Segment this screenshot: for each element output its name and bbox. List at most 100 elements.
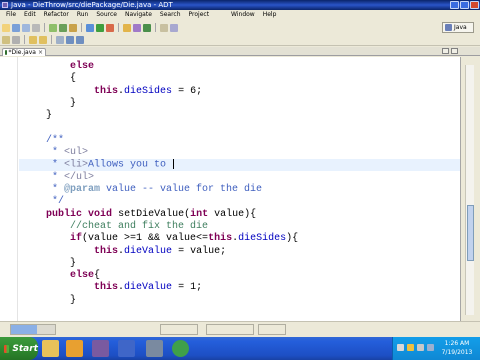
maximize-editor-button[interactable]	[451, 48, 458, 54]
save-icon[interactable]	[12, 23, 20, 32]
close-button[interactable]	[470, 1, 479, 9]
previous-annotation-icon[interactable]	[39, 35, 47, 44]
heap-status[interactable]	[10, 324, 56, 335]
search-icon[interactable]	[170, 23, 178, 32]
perspective-label: Java	[454, 24, 467, 31]
menu-search[interactable]: Search	[156, 10, 185, 20]
menu-refactor[interactable]: Refactor	[40, 10, 73, 20]
heap-usage-fill	[11, 325, 38, 334]
code-line[interactable]: this.dieValue = 1;	[22, 282, 202, 294]
open-type-icon[interactable]	[160, 23, 168, 32]
print-icon[interactable]	[32, 23, 40, 32]
code-line[interactable]: * <ul>	[22, 147, 88, 159]
next-annotation-icon[interactable]	[29, 35, 37, 44]
editor-gutter[interactable]	[0, 57, 18, 321]
new-package-icon[interactable]	[133, 23, 141, 32]
java-file-icon	[5, 50, 7, 55]
toolbar-separator	[44, 23, 45, 32]
tab-die-java[interactable]: *Die.java ×	[2, 48, 46, 56]
code-line[interactable]: }	[22, 258, 76, 270]
toolbar-separator	[51, 35, 52, 44]
code-line[interactable]: /**	[22, 135, 64, 147]
menu-bar: File Edit Refactor Run Source Navigate S…	[0, 10, 480, 20]
external-tools-icon[interactable]	[106, 23, 114, 32]
minimize-button[interactable]	[450, 1, 459, 9]
menu-project[interactable]: Project	[185, 10, 214, 20]
eclipse-icon[interactable]	[92, 340, 109, 357]
new-file-icon[interactable]	[2, 23, 10, 32]
android-sdk-icon[interactable]	[49, 23, 57, 32]
status-bar	[0, 321, 480, 337]
toolbar-row-top	[2, 22, 178, 33]
toolbar-separator	[81, 23, 82, 32]
firefox-icon[interactable]	[66, 340, 83, 357]
perspective-switcher[interactable]: Java	[442, 22, 474, 33]
start-label: Start	[12, 343, 38, 354]
run-icon[interactable]	[96, 23, 104, 32]
vertical-scrollbar[interactable]	[465, 65, 474, 315]
code-line[interactable]: this.dieSides = 6;	[22, 86, 202, 98]
window-app-icon[interactable]	[146, 340, 163, 357]
last-edit-icon[interactable]	[56, 35, 64, 44]
menu-window[interactable]: Window	[227, 10, 259, 20]
insert-mode-status	[206, 324, 254, 335]
tray-app-icon[interactable]	[407, 344, 414, 351]
right-panel-strip	[462, 57, 480, 321]
scrollbar-thumb[interactable]	[467, 205, 474, 261]
code-line[interactable]: }	[22, 110, 52, 122]
text-caret	[173, 159, 175, 170]
title-bar[interactable]: Java - DieThrow/src/diePackage/Die.java …	[0, 0, 480, 10]
code-line[interactable]: if(value >=1 && value<=this.dieSides){	[22, 233, 298, 245]
menu-run[interactable]: Run	[73, 10, 93, 20]
code-line[interactable]: }	[22, 295, 76, 307]
code-line[interactable]: else	[22, 61, 94, 73]
code-line[interactable]: * </ul>	[22, 172, 94, 184]
code-line[interactable]: }	[22, 98, 76, 110]
folder-icon[interactable]	[42, 340, 59, 357]
close-tab-icon[interactable]: ×	[38, 49, 45, 56]
taskbar: Start 1:26 AM 7/19/2013	[0, 337, 480, 360]
code-line[interactable]: * @param value -- value for the die	[22, 184, 262, 196]
cursor-position-status	[258, 324, 286, 335]
show-whitespace-icon[interactable]	[12, 35, 20, 44]
new-class-icon[interactable]	[143, 23, 151, 32]
menu-edit[interactable]: Edit	[20, 10, 40, 20]
word-icon[interactable]	[118, 340, 135, 357]
code-line[interactable]: else{	[22, 270, 100, 282]
avd-manager-icon[interactable]	[59, 23, 67, 32]
tab-label: *Die.java	[8, 49, 36, 56]
save-all-icon[interactable]	[22, 23, 30, 32]
system-tray: 1:26 AM 7/19/2013	[392, 337, 480, 360]
code-line[interactable]: this.dieValue = value;	[22, 246, 226, 258]
clock[interactable]: 1:26 AM 7/19/2013	[437, 339, 477, 357]
editor-tab-strip: *Die.java ×	[0, 47, 480, 56]
minimize-editor-button[interactable]	[442, 48, 449, 54]
menu-source[interactable]: Source	[92, 10, 121, 20]
maximize-button[interactable]	[460, 1, 469, 9]
new-java-project-icon[interactable]	[123, 23, 131, 32]
menu-file[interactable]: File	[2, 10, 20, 20]
windows-logo-icon	[4, 344, 10, 353]
code-line[interactable]: * <li>Allows you to	[19, 159, 460, 172]
code-line[interactable]: //cheat and fix the die	[22, 221, 208, 233]
code-line[interactable]: */	[22, 196, 64, 208]
toolbar-separator	[118, 23, 119, 32]
start-button[interactable]: Start	[0, 337, 38, 360]
code-editor[interactable]: else { this.dieSides = 6; } } /** * <ul>…	[0, 57, 461, 321]
network-icon[interactable]	[397, 344, 404, 351]
back-icon[interactable]	[66, 35, 74, 44]
toolbar-separator	[24, 35, 25, 44]
menu-help[interactable]: Help	[259, 10, 281, 20]
volume-icon[interactable]	[417, 344, 424, 351]
lint-icon[interactable]	[69, 23, 77, 32]
power-icon[interactable]	[427, 344, 434, 351]
debug-icon[interactable]	[86, 23, 94, 32]
recorder-icon[interactable]	[172, 340, 189, 357]
menu-navigate[interactable]: Navigate	[121, 10, 156, 20]
code-line[interactable]: public void setDieValue(int value){	[22, 209, 256, 221]
clock-date: 7/19/2013	[441, 349, 473, 356]
window-controls	[450, 1, 479, 9]
forward-icon[interactable]	[76, 35, 84, 44]
toggle-mark-occurrences-icon[interactable]	[2, 35, 10, 44]
code-line[interactable]: {	[22, 73, 76, 85]
